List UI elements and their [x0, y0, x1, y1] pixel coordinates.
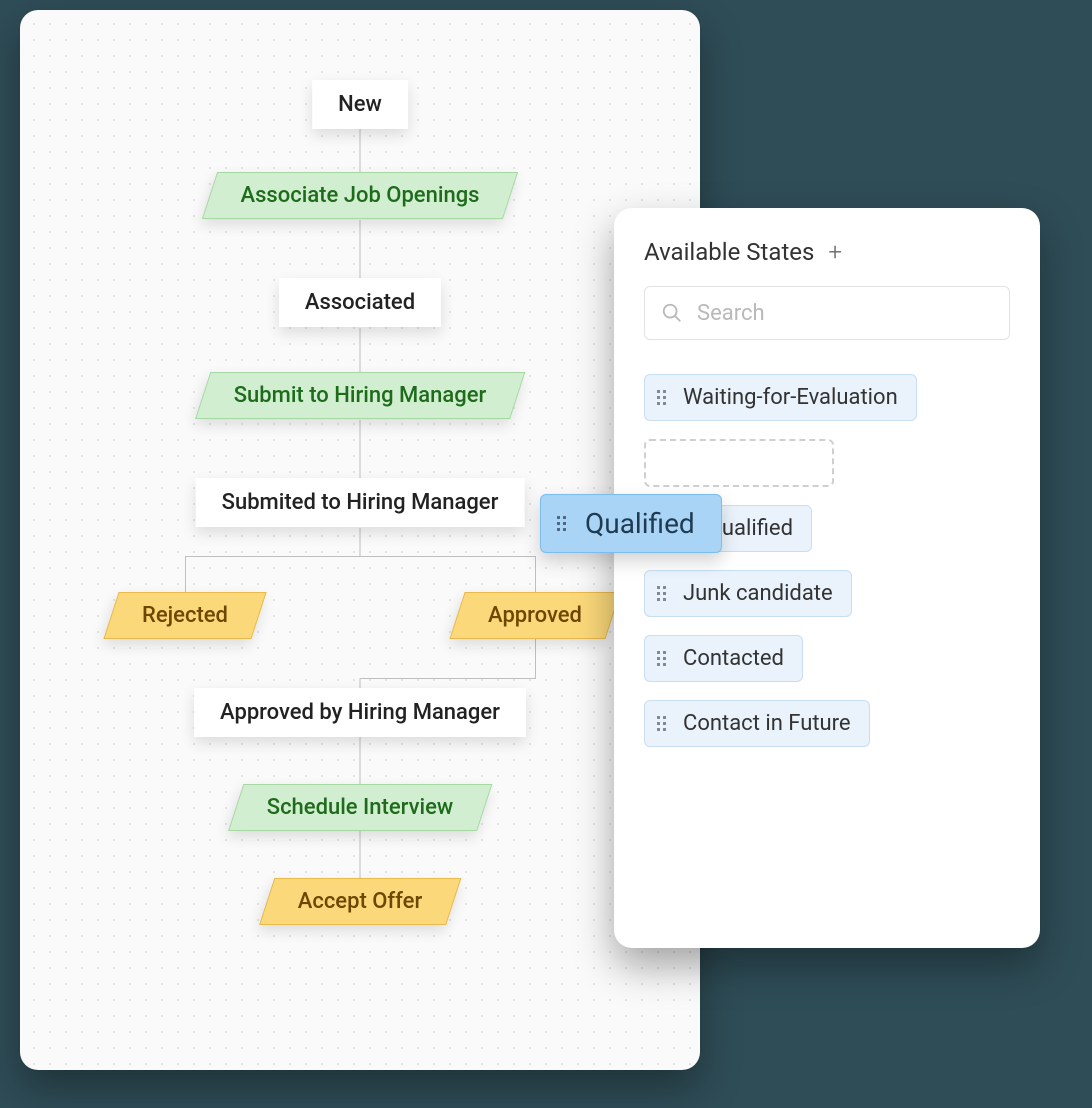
drag-handle-icon[interactable]: [657, 651, 671, 666]
state-chip-waiting-for-evaluation[interactable]: Waiting-for-Evaluation: [644, 374, 917, 421]
states-list: Waiting-for-Evaluation Unqualified Junk …: [644, 374, 1010, 765]
connector-line: [185, 556, 186, 592]
drag-handle-icon[interactable]: [657, 586, 671, 601]
connector-line: [360, 420, 361, 478]
search-placeholder: Search: [697, 301, 765, 326]
action-schedule-interview[interactable]: Schedule Interview: [228, 784, 492, 831]
connector-line: [360, 678, 361, 688]
available-states-panel: Available States + Search Waiting-for-Ev…: [614, 208, 1040, 948]
state-approved-by-hiring-manager[interactable]: Approved by Hiring Manager: [194, 688, 526, 737]
state-label: Submited to Hiring Manager: [222, 490, 499, 515]
action-approved[interactable]: Approved: [449, 592, 620, 639]
state-chip-contact-in-future[interactable]: Contact in Future: [644, 700, 870, 747]
panel-title: Available States: [644, 238, 814, 266]
state-new[interactable]: New: [312, 80, 408, 129]
state-chip-label: Qualified: [585, 507, 695, 540]
connector-line: [360, 830, 361, 878]
action-submit-to-hiring-manager[interactable]: Submit to Hiring Manager: [195, 372, 525, 419]
search-input[interactable]: Search: [644, 286, 1010, 340]
action-label: Schedule Interview: [267, 795, 454, 820]
drop-placeholder: [644, 439, 834, 487]
drag-handle-icon[interactable]: [657, 390, 671, 405]
action-label: Submit to Hiring Manager: [234, 383, 487, 408]
action-label: Approved: [488, 603, 582, 628]
state-label: Approved by Hiring Manager: [220, 700, 500, 725]
state-chip-label: Contacted: [683, 646, 784, 671]
state-chip-contacted[interactable]: Contacted: [644, 635, 803, 682]
action-label: Accept Offer: [298, 889, 423, 914]
state-label: Associated: [305, 290, 415, 315]
connector-line: [185, 556, 535, 557]
action-associate-job-openings[interactable]: Associate Job Openings: [202, 172, 518, 219]
action-label: Rejected: [142, 603, 228, 628]
connector-line: [535, 556, 536, 592]
connector-line: [535, 636, 536, 678]
state-associated[interactable]: Associated: [279, 278, 441, 327]
connector-line: [360, 328, 361, 372]
connector-line: [360, 736, 361, 784]
connector-line: [360, 128, 361, 172]
search-icon: [661, 302, 683, 324]
action-label: Associate Job Openings: [241, 183, 480, 208]
add-state-icon[interactable]: +: [828, 238, 842, 266]
state-chip-label: Junk candidate: [683, 581, 833, 606]
action-rejected[interactable]: Rejected: [103, 592, 266, 639]
state-chip-qualified-dragging[interactable]: Qualified: [540, 494, 722, 553]
connector-line: [360, 220, 361, 278]
drag-handle-icon[interactable]: [657, 716, 671, 731]
state-chip-junk-candidate[interactable]: Junk candidate: [644, 570, 852, 617]
drag-handle-icon[interactable]: [557, 516, 571, 531]
connector-line: [360, 528, 361, 556]
state-submitted-to-hiring-manager[interactable]: Submited to Hiring Manager: [196, 478, 525, 527]
action-accept-offer[interactable]: Accept Offer: [259, 878, 461, 925]
state-label: New: [338, 92, 382, 117]
connector-line: [360, 678, 536, 679]
state-chip-label: Contact in Future: [683, 711, 851, 736]
state-chip-label: Waiting-for-Evaluation: [683, 385, 898, 410]
